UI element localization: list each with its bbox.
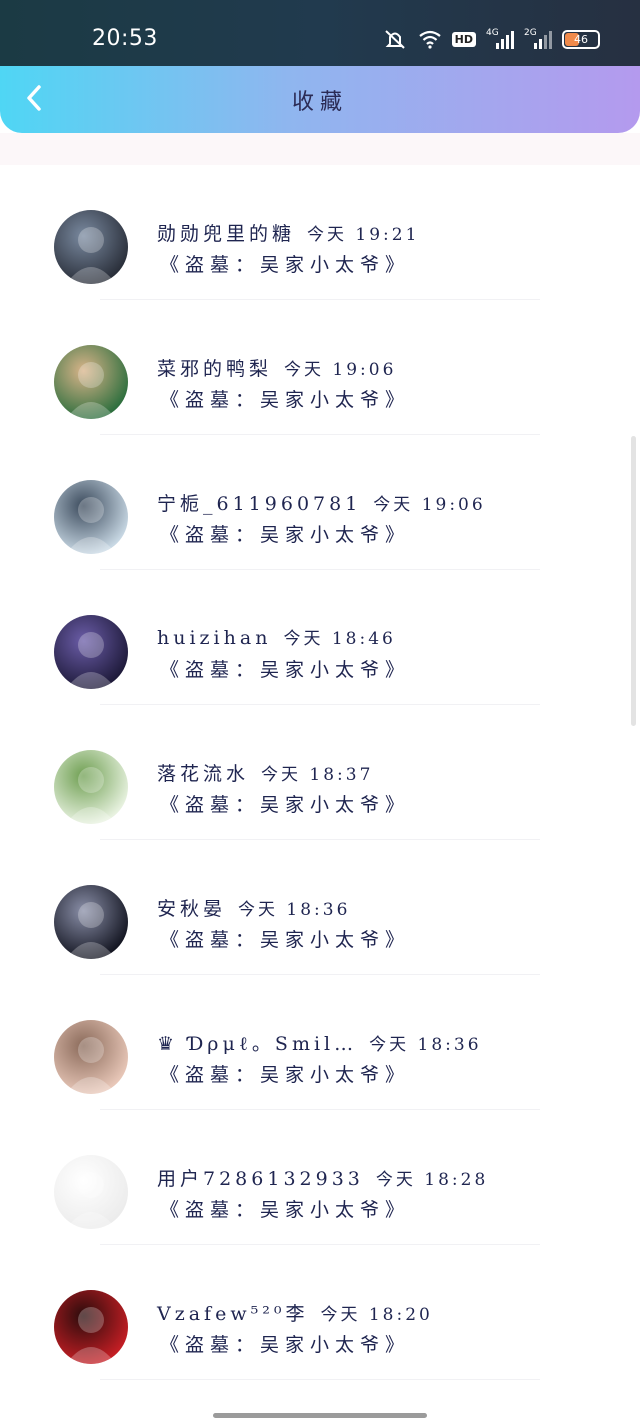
user-silhouette-icon (66, 767, 116, 824)
item-date: 今天 18:20 (320, 1305, 433, 1325)
avatar[interactable] (54, 885, 128, 959)
item-date: 今天 18:36 (369, 1035, 482, 1055)
wifi-icon (418, 30, 441, 49)
book-title[interactable]: 《盗墓：吴家小太爷》 (160, 520, 410, 547)
item-header: Vzafew⁵²⁰李 今天 18:20 (157, 1299, 433, 1326)
item-date: 今天 18:28 (375, 1170, 489, 1190)
avatar[interactable] (54, 1290, 128, 1364)
user-silhouette-icon (66, 902, 116, 959)
user-name[interactable]: ♛ Ɗρμℓ。Smil… (157, 1033, 357, 1055)
avatar[interactable] (54, 750, 128, 824)
user-silhouette-icon (66, 362, 116, 419)
book-title[interactable]: 《盗墓：吴家小太爷》 (160, 250, 410, 277)
user-name[interactable]: 宁栀_611960781 (157, 493, 361, 515)
item-date: 今天 19:06 (284, 360, 397, 380)
signal-4g-icon: 4G (486, 29, 514, 49)
user-name[interactable]: 安秋晏 (157, 898, 226, 920)
list-item[interactable]: 落花流水 今天 18:37 《盗墓：吴家小太爷》 (0, 705, 640, 840)
scrollbar[interactable] (631, 436, 636, 726)
mute-bell-icon (384, 30, 405, 49)
list-item[interactable]: 勋勋兜里的糖 今天 19:21 《盗墓：吴家小太爷》 (0, 165, 640, 300)
avatar[interactable] (54, 615, 128, 689)
item-header: 勋勋兜里的糖 今天 19:21 (157, 219, 419, 246)
user-silhouette-icon (66, 1172, 116, 1229)
avatar[interactable] (54, 480, 128, 554)
status-time: 20:53 (92, 26, 158, 51)
status-icons: HD 4G 2G 46 (382, 28, 600, 50)
avatar[interactable] (54, 1155, 128, 1229)
user-name[interactable]: 勋勋兜里的糖 (157, 223, 295, 245)
book-title[interactable]: 《盗墓：吴家小太爷》 (160, 925, 410, 952)
item-header: ♛ Ɗρμℓ。Smil… 今天 18:36 (157, 1029, 482, 1056)
user-silhouette-icon (66, 1307, 116, 1364)
item-date: 今天 18:37 (261, 765, 374, 785)
divider (100, 1379, 540, 1380)
item-date: 今天 18:46 (283, 629, 396, 649)
list-item[interactable]: 宁栀_611960781 今天 19:06 《盗墓：吴家小太爷》 (0, 435, 640, 570)
book-title[interactable]: 《盗墓：吴家小太爷》 (160, 655, 410, 682)
user-silhouette-icon (66, 497, 116, 554)
list-item[interactable]: ♛ Ɗρμℓ。Smil… 今天 18:36 《盗墓：吴家小太爷》 (0, 975, 640, 1110)
list-item[interactable]: 安秋晏 今天 18:36 《盗墓：吴家小太爷》 (0, 840, 640, 975)
item-header: 宁栀_611960781 今天 19:06 (157, 489, 486, 516)
list-item[interactable]: 菜邪的鸭梨 今天 19:06 《盗墓：吴家小太爷》 (0, 300, 640, 435)
book-title[interactable]: 《盗墓：吴家小太爷》 (160, 790, 410, 817)
item-date: 今天 19:06 (373, 495, 486, 515)
list-item[interactable]: 用户7286132933 今天 18:28 《盗墓：吴家小太爷》 (0, 1110, 640, 1245)
page-title: 收藏 (291, 90, 348, 115)
app-header: 收藏 (0, 66, 640, 133)
hd-badge: HD (451, 31, 476, 47)
home-indicator[interactable] (213, 1413, 427, 1418)
signal-2g-icon: 2G (524, 29, 552, 49)
user-silhouette-icon (66, 632, 116, 689)
top-divider-band (0, 133, 640, 165)
avatar[interactable] (54, 210, 128, 284)
avatar[interactable] (54, 1020, 128, 1094)
book-title[interactable]: 《盗墓：吴家小太爷》 (160, 1330, 410, 1357)
user-silhouette-icon (66, 227, 116, 284)
book-title[interactable]: 《盗墓：吴家小太爷》 (160, 1195, 410, 1222)
item-header: 用户7286132933 今天 18:28 (157, 1164, 488, 1191)
item-header: 菜邪的鸭梨 今天 19:06 (157, 354, 396, 381)
item-header: 安秋晏 今天 18:36 (157, 894, 350, 921)
item-header: huizihan 今天 18:46 (157, 624, 396, 649)
user-silhouette-icon (66, 1037, 116, 1094)
user-name[interactable]: 落花流水 (157, 763, 249, 785)
list-item[interactable]: Vzafew⁵²⁰李 今天 18:20 《盗墓：吴家小太爷》 (0, 1245, 640, 1380)
book-title[interactable]: 《盗墓：吴家小太爷》 (160, 1060, 410, 1087)
user-name[interactable]: Vzafew⁵²⁰李 (157, 1303, 308, 1325)
avatar[interactable] (54, 345, 128, 419)
item-date: 今天 19:21 (307, 225, 420, 245)
battery-icon: 46 (562, 29, 600, 49)
book-title[interactable]: 《盗墓：吴家小太爷》 (160, 385, 410, 412)
user-name[interactable]: huizihan (157, 627, 271, 649)
list-item[interactable]: huizihan 今天 18:46 《盗墓：吴家小太爷》 (0, 570, 640, 705)
favorites-list: 勋勋兜里的糖 今天 19:21 《盗墓：吴家小太爷》 菜邪的鸭梨 今天 19:06 《盗墓… (0, 165, 640, 1380)
item-date: 今天 18:36 (238, 900, 351, 920)
item-header: 落花流水 今天 18:37 (157, 759, 373, 786)
user-name[interactable]: 用户7286132933 (157, 1168, 364, 1190)
user-name[interactable]: 菜邪的鸭梨 (157, 358, 272, 380)
